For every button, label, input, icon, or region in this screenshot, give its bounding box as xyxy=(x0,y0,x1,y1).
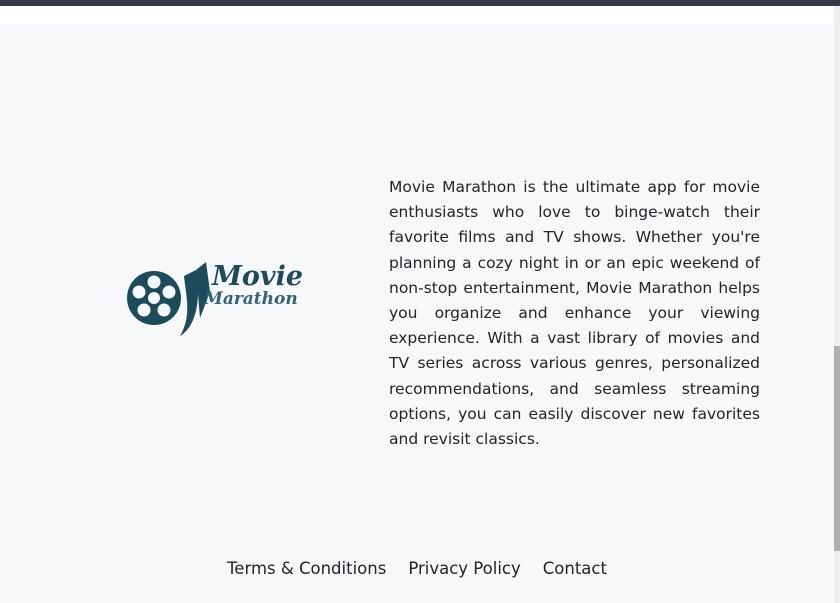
footer-link-privacy[interactable]: Privacy Policy xyxy=(408,557,520,581)
footer-link-contact[interactable]: Contact xyxy=(543,557,607,581)
about-description: Movie Marathon is the ultimate app for m… xyxy=(389,178,760,449)
movie-marathon-logo[interactable]: Movie Marathon xyxy=(124,252,328,344)
logo-subtitle: Marathon xyxy=(203,289,298,309)
logo-title: Movie xyxy=(211,261,303,292)
scrollbar-thumb[interactable] xyxy=(834,346,840,551)
footer-link-terms[interactable]: Terms & Conditions xyxy=(227,557,386,581)
footer-links: Terms & Conditions Privacy Policy Contac… xyxy=(0,557,834,581)
film-reel-icon: Movie Marathon xyxy=(127,261,303,336)
header-strip xyxy=(0,6,834,24)
